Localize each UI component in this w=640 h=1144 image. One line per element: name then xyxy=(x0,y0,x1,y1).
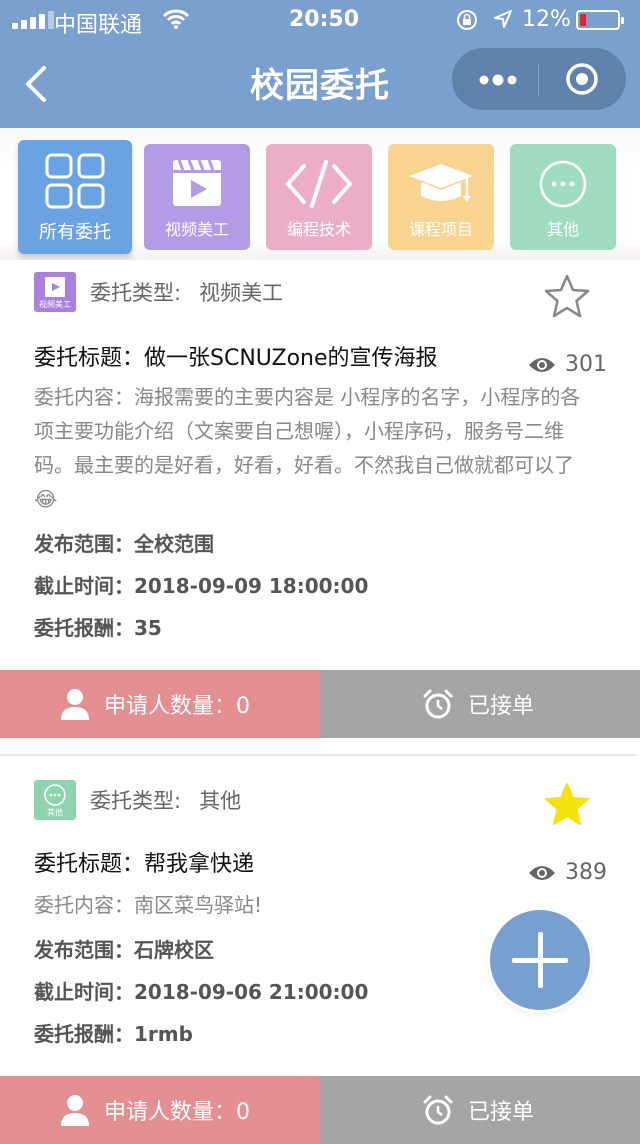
type-label: 委托类型: xyxy=(90,281,182,305)
view-count: 301 xyxy=(527,352,607,377)
tab-other[interactable]: 其他 xyxy=(510,144,616,250)
tab-label: 课程项目 xyxy=(408,220,473,239)
more-icon xyxy=(539,160,587,208)
add-task-button[interactable] xyxy=(490,910,590,1010)
graduation-cap-icon xyxy=(409,164,473,202)
task-type-row: 其他 委托类型: 其他 xyxy=(34,780,241,820)
applicants-count: 申请人数量：0 xyxy=(104,1100,250,1125)
more-icon: 其他 xyxy=(34,780,76,820)
person-icon xyxy=(61,689,89,720)
tab-all-tasks[interactable]: 所有委托 xyxy=(18,140,132,254)
code-icon xyxy=(285,160,353,208)
tab-label: 其他 xyxy=(546,220,579,239)
person-icon xyxy=(61,1095,89,1126)
star-outline-icon[interactable] xyxy=(542,272,592,320)
applicants-count: 申请人数量：0 xyxy=(104,694,250,719)
accepted-status-button[interactable]: 已接单 xyxy=(320,1076,640,1144)
task-action-bar: 申请人数量：0 已接单 xyxy=(0,670,640,738)
location-arrow-icon xyxy=(494,10,512,28)
battery-percent: 12% xyxy=(522,7,571,32)
view-count: 389 xyxy=(527,860,607,885)
type-value: 其他 xyxy=(199,789,242,813)
applicants-button[interactable]: 申请人数量：0 xyxy=(0,670,320,738)
accepted-status-button[interactable]: 已接单 xyxy=(320,670,640,738)
capsule-divider xyxy=(538,64,539,96)
type-icon-label: 视频美工 xyxy=(39,300,71,309)
eye-icon xyxy=(529,865,555,880)
tab-label: 视频美工 xyxy=(164,220,229,239)
top-bar: 中国联通 20:50 12% 校园委托 xyxy=(0,0,640,128)
card-divider xyxy=(0,754,636,756)
video-icon xyxy=(173,159,221,206)
task-type: 委托类型: 其他 xyxy=(90,785,241,815)
mini-program-capsule xyxy=(452,48,626,110)
task-reward: 委托报酬：1rmb xyxy=(34,1022,193,1046)
task-title: 委托标题：做一张SCNUZone的宣传海报 xyxy=(34,346,438,371)
video-icon: 视频美工 xyxy=(34,272,76,312)
signal-icon xyxy=(12,11,54,29)
rotation-lock-icon xyxy=(457,10,477,30)
alarm-clock-icon xyxy=(423,1095,453,1125)
task-content: 委托内容：南区菜鸟驿站! xyxy=(34,893,263,917)
clock: 20:50 xyxy=(289,7,360,32)
tab-course-projects[interactable]: 课程项目 xyxy=(388,144,494,250)
battery-icon xyxy=(576,10,624,30)
status-bar: 中国联通 20:50 12% xyxy=(0,0,640,40)
task-card[interactable]: 视频美工 委托类型: 视频美工 委托标题：做一张SCNUZone的宣传海报 301… xyxy=(0,260,640,738)
task-scope: 发布范围：全校范围 xyxy=(34,532,214,556)
type-label: 委托类型: xyxy=(90,789,182,813)
eye-icon xyxy=(529,357,555,372)
tab-label: 编程技术 xyxy=(286,220,351,239)
more-menu-icon[interactable] xyxy=(478,70,518,90)
task-action-bar: 申请人数量：0 已接单 xyxy=(0,1076,640,1144)
tab-programming[interactable]: 编程技术 xyxy=(266,144,372,250)
applicants-button[interactable]: 申请人数量：0 xyxy=(0,1076,320,1144)
task-reward: 委托报酬：35 xyxy=(34,616,162,640)
accepted-status: 已接单 xyxy=(468,1100,535,1125)
task-scope: 发布范围：石牌校区 xyxy=(34,938,214,962)
category-tabs: 所有委托 视频美工 编程技术 课程项目 其他 xyxy=(0,128,640,260)
view-count-value: 389 xyxy=(565,860,607,885)
task-content: 委托内容：海报需要的主要内容是 小程序的名字，小程序的各项主要功能介绍（文案要自… xyxy=(34,385,581,511)
carrier-name: 中国联通 xyxy=(54,13,143,38)
task-deadline: 截止时间：2018-09-06 21:00:00 xyxy=(34,980,369,1004)
type-icon-label: 其他 xyxy=(47,808,63,817)
navigation-bar: 校园委托 xyxy=(0,40,640,128)
task-deadline: 截止时间：2018-09-09 18:00:00 xyxy=(34,574,369,598)
wifi-icon xyxy=(162,9,190,29)
accepted-status: 已接单 xyxy=(468,694,535,719)
task-type-row: 视频美工 委托类型: 视频美工 xyxy=(34,272,283,312)
alarm-clock-icon xyxy=(423,689,453,719)
tab-video-art[interactable]: 视频美工 xyxy=(144,144,250,250)
task-type: 委托类型: 视频美工 xyxy=(90,277,283,307)
task-title: 委托标题：帮我拿快递 xyxy=(34,852,255,877)
tab-label: 所有委托 xyxy=(39,222,111,243)
type-value: 视频美工 xyxy=(199,281,284,305)
close-program-icon[interactable] xyxy=(565,62,599,96)
grid-icon xyxy=(45,153,105,209)
view-count-value: 301 xyxy=(565,352,607,377)
star-filled-icon[interactable] xyxy=(542,780,592,828)
